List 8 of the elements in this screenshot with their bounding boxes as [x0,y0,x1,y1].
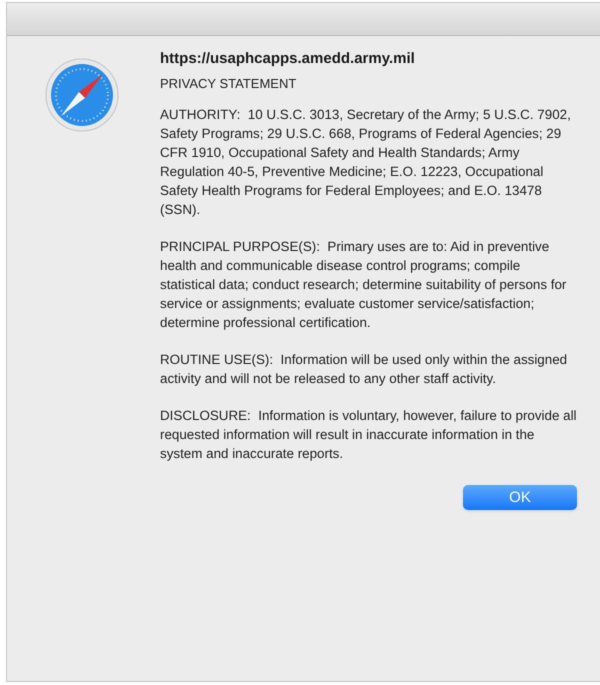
statement-paragraph: DISCLOSURE: Information is voluntary, however, failure to provide all requested information will result in inaccurate information in the system and inaccurate reports. [160,407,577,463]
statement-paragraph: AUTHORITY: 10 U.S.C. 3013, Secretary of the Army; 5 U.S.C. 7902, Safety Programs; 29 U.S.C. 668, Programs of Federal Agencies; 29 CFR 1910, Occupational Safety and Health Standards; Army Regulation 40-5, Preventive Medicine; E.O. 12223, Occupational Safety Health Programs for Federal Employees; and E.O. 13478 (SSN). [160,106,572,219]
statement-paragraph: ROUTINE USE(S): Information will be used only within the assigned activity and will not be released to any other staff activity. [160,351,568,388]
compass-icon [45,58,119,132]
ok-button[interactable]: OK [463,485,577,510]
site-address: https://usaphcapps.amedd.army.mil [160,49,416,69]
dialog-heading: PRIVACY STATEMENT [160,75,298,93]
statement-paragraph: PRINCIPAL PURPOSE(S): Primary uses are to: Aid in preventive health and communicable disease control programs; compile statistical data; conduct research; determine suitability of persons for service or assignments; evaluate customer service/satisfaction; determine professional certification. [160,238,568,332]
